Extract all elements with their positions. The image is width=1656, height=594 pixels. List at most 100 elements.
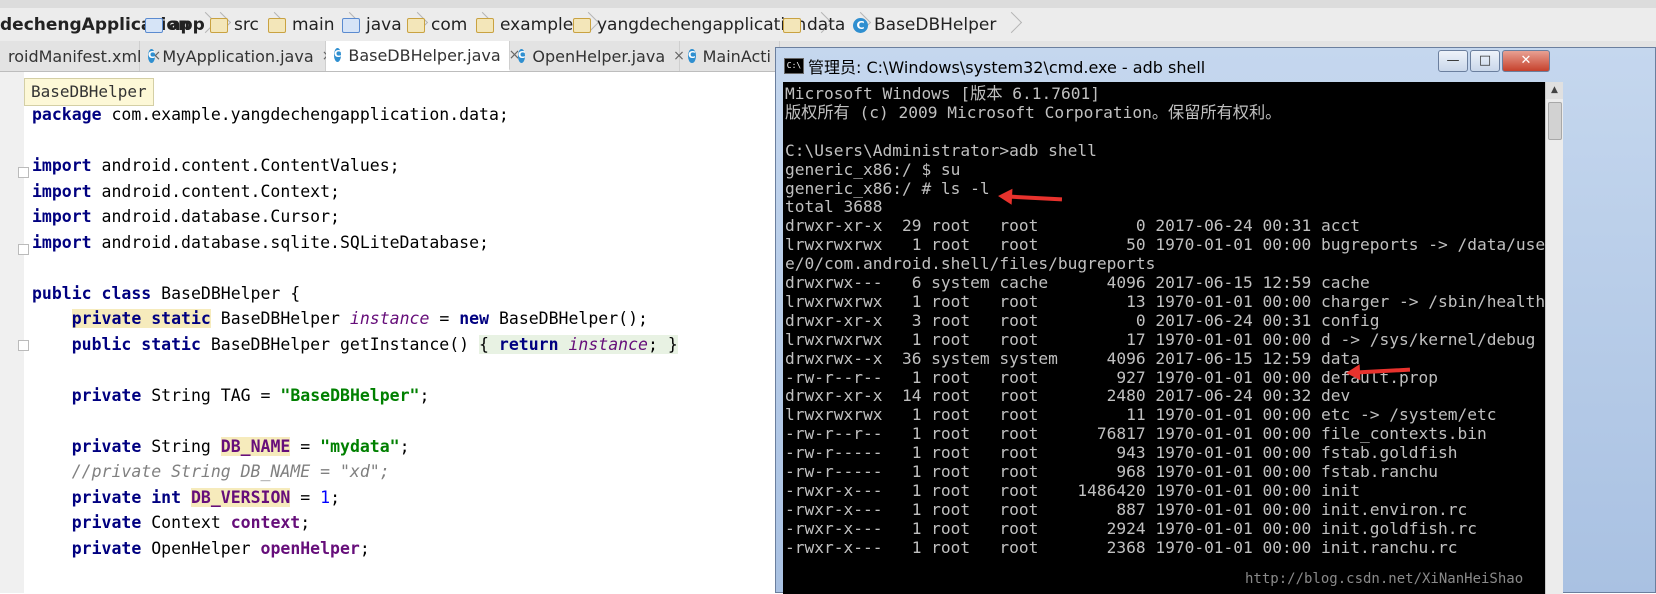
code-token: DB_NAME: [220, 436, 291, 456]
tab-main-activity[interactable]: C MainActi: [680, 41, 780, 71]
code-token: android.content.Context;: [91, 181, 340, 201]
scroll-thumb[interactable]: [1548, 102, 1562, 140]
code-token: instance: [349, 309, 430, 328]
code-token: OpenHelper: [141, 538, 261, 558]
class-icon: C: [334, 48, 342, 62]
code-token: instance: [568, 334, 648, 354]
close-button[interactable]: ✕: [1502, 50, 1550, 72]
code-token: "mydata": [320, 436, 400, 456]
watermark: http://blog.csdn.net/XiNanHeiShao: [1245, 571, 1524, 587]
breadcrumb-label: example: [500, 15, 574, 35]
console-line: lrwxrwxrwx 1 root root 17 1970-01-01 00:…: [785, 329, 1536, 349]
code-line: private Context context;: [32, 511, 310, 535]
console-line: drwxr-xr-x 29 root root 0 2017-06-24 00:…: [785, 216, 1360, 236]
breadcrumb-com[interactable]: com: [407, 10, 485, 40]
breadcrumb-hint: BaseDBHelper: [24, 78, 154, 106]
console-line: -rw-r----- 1 root root 943 1970-01-01 00…: [785, 443, 1458, 463]
code-line: package com.example.yangdechengapplicati…: [32, 103, 509, 127]
console-line: -rwxr-x--- 1 root root 887 1970-01-01 00…: [785, 499, 1468, 519]
tab-my-application[interactable]: CMyApplication.java×: [140, 41, 333, 71]
class-icon: C: [688, 49, 696, 63]
code-token: String: [141, 385, 221, 405]
breadcrumb-label: src: [234, 15, 259, 35]
class-icon: C: [148, 49, 156, 63]
code-token: private static: [71, 309, 211, 328]
breadcrumb-label: data: [807, 15, 846, 35]
console-output[interactable]: Microsoft Windows [版本 6.1.7601] 版权所有 (c) …: [783, 82, 1545, 594]
code-token: 1: [320, 487, 331, 507]
code-token: import: [32, 232, 92, 252]
console-line: drwxr-xr-x 3 root root 0 2017-06-24 00:3…: [785, 310, 1380, 330]
folder-icon: [145, 17, 163, 33]
code-line: private OpenHelper openHelper;: [32, 537, 370, 561]
console-line: lrwxrwxrwx 1 root root 50 1970-01-01 00:…: [785, 235, 1545, 255]
breadcrumb-src[interactable]: src: [210, 10, 277, 40]
console-line: -rwxr-x--- 1 root root 2368 1970-01-01 0…: [785, 537, 1458, 557]
expand-fold-icon[interactable]: [18, 340, 29, 351]
maximize-button[interactable]: □: [1470, 50, 1500, 72]
breadcrumb-main[interactable]: main: [268, 10, 352, 40]
breadcrumb-label: app: [169, 15, 205, 35]
code-line: private String TAG = "BaseDBHelper";: [32, 384, 430, 408]
code-token: ; }: [647, 334, 678, 354]
folder-icon: [342, 17, 360, 33]
console-line: -rw-r--r-- 1 root root 927 1970-01-01 00…: [785, 367, 1438, 387]
scroll-up-icon[interactable]: ▲: [1546, 82, 1563, 99]
code-token: new: [459, 309, 490, 328]
cmd-title-bar[interactable]: C:\ 管理员: C:\Windows\system32\cmd.exe - a…: [776, 48, 1655, 82]
tab-base-db-helper[interactable]: C BaseDBHelper.java ×: [326, 41, 520, 71]
breadcrumb-data[interactable]: data: [783, 10, 863, 40]
fold-marker-icon[interactable]: [18, 244, 29, 255]
code-token: //private String DB_NAME = "xd";: [71, 462, 390, 481]
code-token: public class: [32, 283, 152, 303]
code-line: import android.content.ContentValues;: [32, 154, 400, 178]
tab-open-helper[interactable]: C OpenHelper.java ×: [510, 41, 685, 71]
tab-android-manifest[interactable]: roidManifest.xml ×: [0, 41, 161, 71]
code-token: import: [32, 156, 92, 175]
code-token: private int: [71, 487, 182, 507]
tab-label: MyApplication.java: [162, 46, 314, 66]
breadcrumb-class[interactable]: C BaseDBHelper: [853, 10, 1014, 40]
cmd-icon: C:\: [784, 58, 804, 74]
window-title: 管理员: C:\Windows\system32\cmd.exe - adb s…: [808, 58, 1206, 77]
code-token: Context: [141, 513, 231, 532]
tab-label: BaseDBHelper.java: [348, 45, 501, 65]
console-line: e/0/com.android.shell/files/bugreports: [785, 254, 1156, 274]
code-line: public class BaseDBHelper {: [32, 282, 300, 306]
code-token: ;: [330, 487, 340, 507]
code-token: private: [71, 385, 142, 405]
console-line: drwxrwx--x 36 system system 4096 2017-06…: [785, 348, 1360, 368]
code-token: public static: [71, 334, 201, 354]
class-icon: C: [518, 49, 526, 63]
code-token: BaseDBHelper getInstance(): [200, 334, 480, 354]
code-line: private static BaseDBHelper instance = n…: [32, 307, 648, 331]
breadcrumb-label: yangdechengapplication: [597, 15, 807, 35]
minimize-button[interactable]: —: [1438, 50, 1468, 72]
code-line: //private String DB_NAME = "xd";: [32, 460, 390, 484]
code-token: private: [71, 538, 142, 558]
chevron-right-icon: [1004, 10, 1014, 40]
console-line: -rwxr-x--- 1 root root 2924 1970-01-01 0…: [785, 518, 1477, 538]
code-token: return: [498, 334, 559, 354]
tab-label: roidManifest.xml: [8, 46, 142, 66]
code-line: private int DB_VERSION = 1;: [32, 486, 340, 510]
console-scrollbar[interactable]: ▲: [1545, 82, 1563, 594]
console-line: -rwxr-x--- 1 root root 1486420 1970-01-0…: [785, 480, 1360, 500]
code-token: openHelper: [260, 538, 360, 558]
editor-gutter[interactable]: [0, 72, 25, 593]
breadcrumb-label: BaseDBHelper: [874, 15, 997, 35]
code-token: BaseDBHelper {: [151, 283, 301, 303]
console-line: generic_x86:/ $ su: [785, 159, 961, 179]
fold-marker-icon[interactable]: [18, 167, 29, 178]
console-line: 版权所有 (c) 2009 Microsoft Corporation。保留所有…: [785, 102, 1282, 122]
console-line: drwxrwx--- 6 system cache 4096 2017-06-1…: [785, 273, 1370, 292]
code-token: import: [32, 181, 92, 201]
console-line: generic_x86:/ # ls -l: [785, 178, 990, 198]
code-token: private: [71, 436, 142, 456]
cmd-window[interactable]: C:\ 管理员: C:\Windows\system32\cmd.exe - a…: [775, 47, 1656, 594]
